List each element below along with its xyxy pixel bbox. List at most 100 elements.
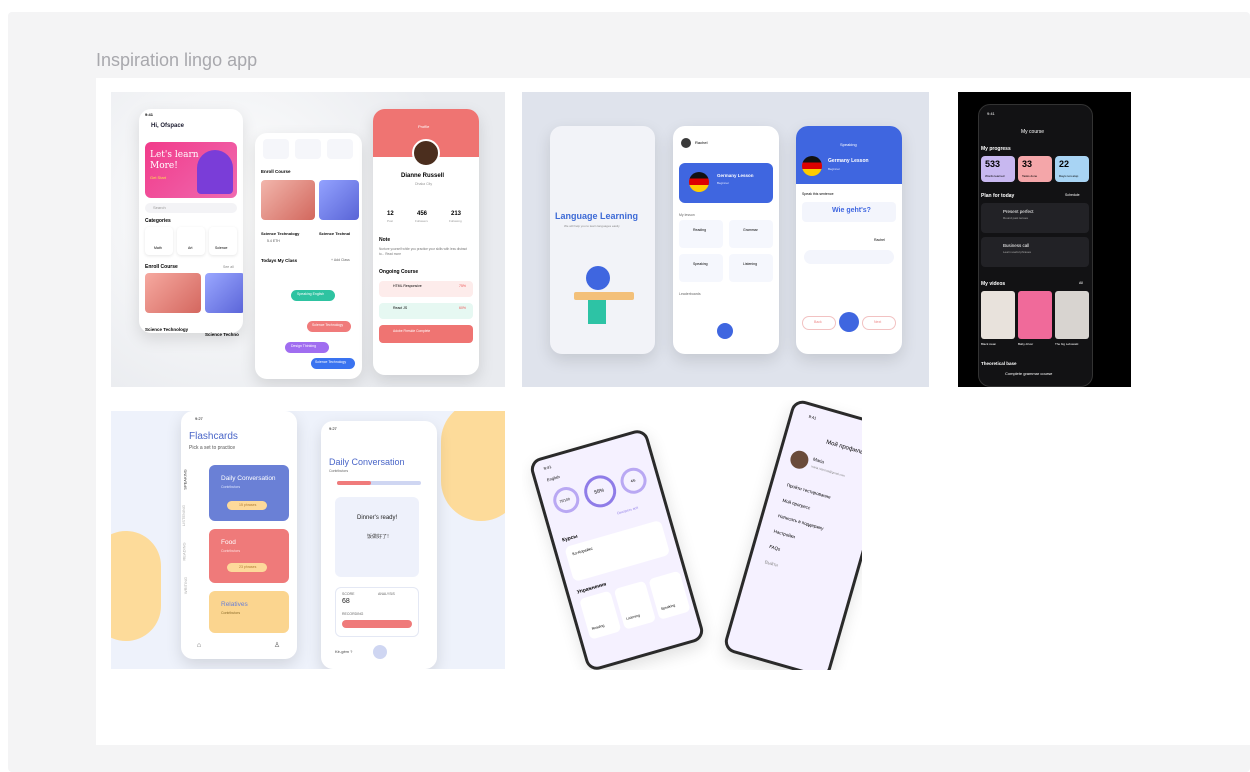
- card-relatives[interactable]: Relatives Contributors: [209, 591, 289, 633]
- tile-speaking[interactable]: Speaking: [679, 254, 723, 282]
- tile-listening[interactable]: Listening: [729, 254, 773, 282]
- menu-progress[interactable]: Мой прогресс: [782, 498, 811, 511]
- exercise-reading[interactable]: Reading: [579, 590, 622, 640]
- add-class-button[interactable]: + Add Class: [331, 258, 350, 262]
- class-pill-1[interactable]: Speaking English: [291, 290, 335, 301]
- menu-support[interactable]: Написать в поддержку: [778, 513, 825, 531]
- tile-grammar[interactable]: Grammar: [729, 220, 773, 248]
- ongoing-item-3[interactable]: Adobe Fireside Complete: [379, 325, 473, 343]
- recording-bar[interactable]: [342, 620, 412, 628]
- lesson-card[interactable]: Germany Lesson Beginner: [679, 163, 773, 203]
- video-thumb-2[interactable]: [1018, 291, 1052, 339]
- shot-flashcards[interactable]: 9:27 Flashcards Pick a set to practice D…: [111, 411, 505, 669]
- mic-button[interactable]: [839, 312, 859, 332]
- banner-card[interactable]: Let's learn More! Get Start: [145, 142, 237, 198]
- shot-russian-app[interactable]: 9:41 English 75/100 55% 4/6 Смотреть всё…: [522, 400, 862, 670]
- class-pill-2[interactable]: Science Technology: [307, 321, 351, 332]
- phrase-card[interactable]: Wie geht's?: [802, 202, 896, 222]
- home-icon[interactable]: ⌂: [195, 641, 203, 649]
- course-thumb-1[interactable]: [145, 273, 201, 313]
- ongoing-item-1[interactable]: HTML Responsive 75%: [379, 281, 473, 297]
- home-button[interactable]: [717, 323, 733, 339]
- tab-science[interactable]: [327, 139, 353, 159]
- search-input[interactable]: Search: [145, 203, 237, 213]
- stat-words-value: 533: [985, 159, 1001, 169]
- stat-post-value: 12: [387, 211, 394, 217]
- exercise-reading-label: Reading: [591, 623, 605, 631]
- profile-icon[interactable]: ♙: [273, 641, 281, 649]
- menu-settings[interactable]: Настройки: [773, 529, 796, 540]
- germany-flag-icon: [689, 172, 709, 192]
- stat-days-label: Days non-stop: [1059, 174, 1079, 178]
- menu-logout[interactable]: Выйти: [764, 559, 778, 567]
- exercise-listening[interactable]: Listening: [613, 580, 657, 630]
- tab-math[interactable]: [263, 139, 289, 159]
- grammar-course-title[interactable]: Complete grammar course: [1005, 371, 1052, 376]
- ongoing-item-1-pct: 75%: [459, 284, 467, 288]
- task-card-1[interactable]: Present perfect Round past tenses: [981, 203, 1089, 233]
- ongoing-item-2[interactable]: React JS 60%: [379, 303, 473, 319]
- tab-speaking[interactable]: SPEAKING: [183, 469, 188, 489]
- menu-faqs[interactable]: FAQs: [769, 544, 781, 552]
- tab-art[interactable]: [295, 139, 321, 159]
- status-time: 9:41: [987, 111, 995, 116]
- see-all-link[interactable]: Смотреть всё: [616, 506, 638, 516]
- menu-test[interactable]: Пройти тестирование: [786, 482, 831, 499]
- avatar[interactable]: [412, 139, 440, 167]
- status-time: 9:27: [195, 416, 203, 421]
- next-button[interactable]: Next: [862, 316, 896, 330]
- ongoing-item-3-label: Adobe Fireside Complete: [393, 329, 431, 333]
- category-art[interactable]: Art: [177, 227, 205, 255]
- see-all-link[interactable]: See all: [223, 265, 234, 269]
- course-thumb-b1[interactable]: [261, 180, 315, 220]
- back-button[interactable]: Back: [802, 316, 836, 330]
- status-time: 9:41: [145, 112, 154, 117]
- mic-button[interactable]: [373, 645, 387, 659]
- class-pill-1-label: Speaking English: [297, 292, 325, 296]
- tab-writing[interactable]: WRITING: [183, 577, 188, 594]
- category-science[interactable]: Science: [209, 227, 237, 255]
- audio-waveform[interactable]: [804, 250, 894, 264]
- progress-1-value: 75/100: [558, 497, 571, 504]
- tile-reading[interactable]: Reading: [679, 220, 723, 248]
- frame-title[interactable]: Inspiration lingo app: [96, 50, 257, 71]
- schedule-link[interactable]: Schedule: [1065, 193, 1080, 197]
- course-thumb-2[interactable]: [205, 273, 243, 313]
- shot-dark-course[interactable]: 9:41 My course My progress 533 Words lear…: [958, 92, 1131, 387]
- tab-listening[interactable]: LISTENING: [181, 505, 186, 526]
- language-select[interactable]: English: [546, 474, 560, 482]
- task-card-2[interactable]: Business call Learn useful phrases: [981, 237, 1089, 267]
- card-daily-conversation[interactable]: Daily Conversation Contributors 15 phrases: [209, 465, 289, 521]
- score-card[interactable]: SCORE ANALYSIS 68 RECORDING: [335, 587, 419, 637]
- stat-words[interactable]: 533 Words learned: [981, 156, 1015, 182]
- banner-illustration: [197, 150, 233, 194]
- class-pill-3-label: Design Thinking: [291, 344, 317, 348]
- ongoing-item-2-pct: 60%: [459, 306, 467, 310]
- shot-education-app[interactable]: 9:41 Hi, Ofspace Let's learn More! Get S…: [111, 92, 505, 387]
- quote-card[interactable]: Dinner's ready! 饭做好了!: [335, 497, 419, 577]
- video-thumb-3[interactable]: [1055, 291, 1089, 339]
- banner-cta[interactable]: Get Start: [150, 175, 166, 180]
- class-pill-4[interactable]: Science Technology: [311, 358, 355, 369]
- card-1-phrases-pill[interactable]: 15 phrases: [227, 501, 267, 510]
- avatar[interactable]: [788, 448, 811, 471]
- enroll-heading: Enroll Course: [145, 264, 178, 270]
- decor-blob-yellow: [441, 411, 505, 521]
- plan-heading: Plan for today: [981, 193, 1015, 199]
- course-thumb-b2[interactable]: [319, 180, 359, 220]
- shot-language-learning[interactable]: Language Learning We will help you to le…: [522, 92, 929, 387]
- videos-all-link[interactable]: All: [1079, 281, 1083, 285]
- class-pill-3[interactable]: Design Thinking: [285, 342, 329, 353]
- stat-tasks[interactable]: 33 Tasks done: [1018, 156, 1052, 182]
- card-food[interactable]: Food Contributors 23 phrases: [209, 529, 289, 583]
- search-placeholder: Search: [153, 205, 166, 210]
- card-2-phrases-pill[interactable]: 23 phrases: [227, 563, 267, 572]
- category-art-label: Art: [188, 246, 193, 250]
- exercise-speaking[interactable]: Speaking: [648, 570, 691, 620]
- course-card[interactable]: Ко-Корейкс: [564, 519, 671, 583]
- stat-days[interactable]: 22 Days non-stop: [1055, 156, 1089, 182]
- tab-reading[interactable]: READING: [182, 542, 187, 560]
- avatar[interactable]: [681, 138, 691, 148]
- video-thumb-1[interactable]: [981, 291, 1015, 339]
- category-math[interactable]: Math: [145, 227, 173, 255]
